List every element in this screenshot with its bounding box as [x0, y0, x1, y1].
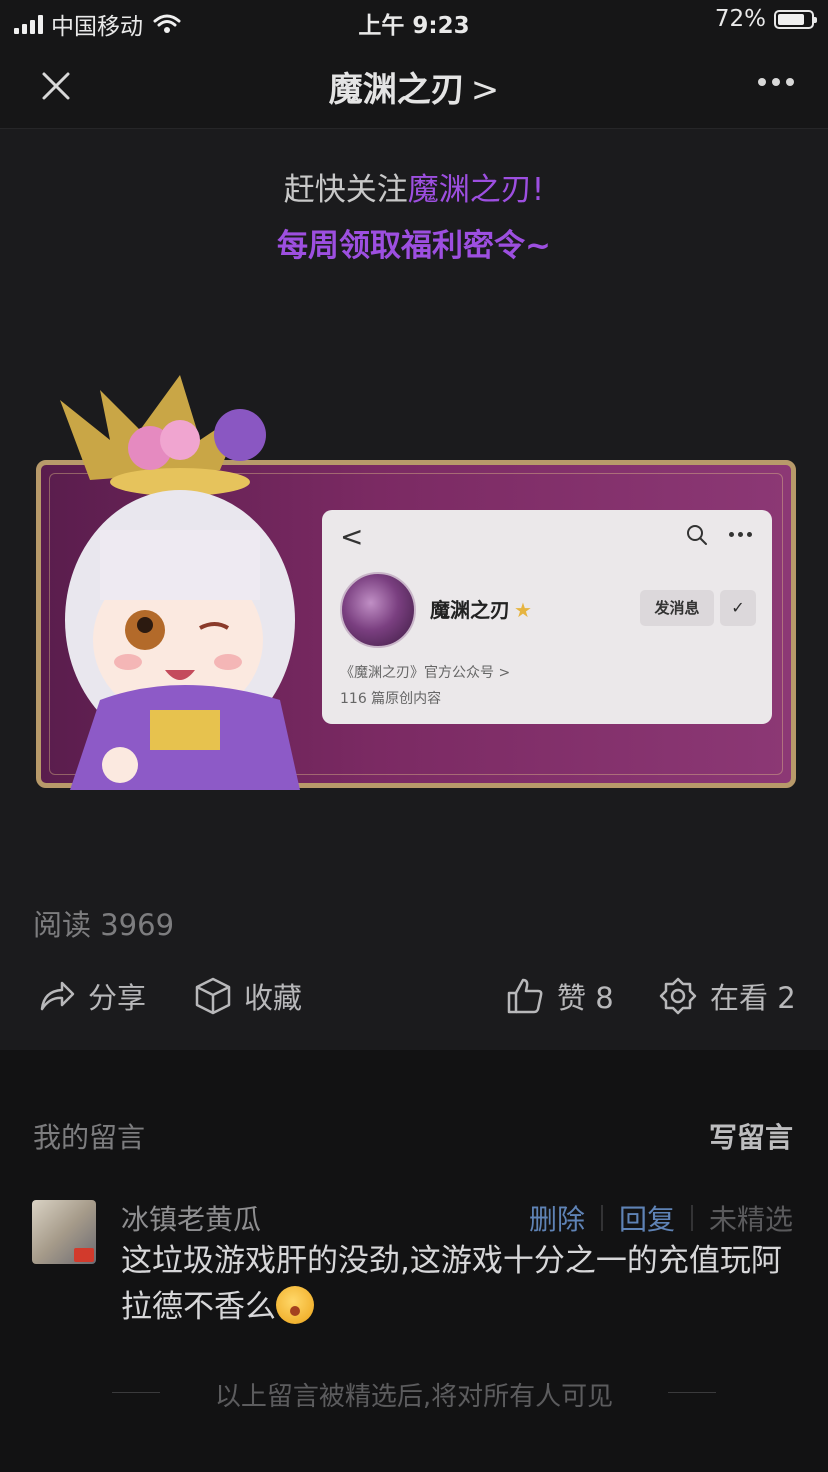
divider — [690, 1205, 693, 1231]
divider — [600, 1205, 603, 1231]
promo-line-2: 每周领取福利密令~ — [277, 228, 551, 264]
selection-status: 未精选 — [708, 1203, 793, 1236]
promo-highlight: 魔渊之刃! — [407, 172, 545, 208]
status-time: 上午 9:23 — [358, 13, 470, 39]
page-title: 魔渊之刃 — [328, 70, 465, 110]
like-button[interactable]: 赞 8 — [505, 970, 614, 1022]
flag-icon — [74, 1248, 94, 1262]
delete-button[interactable]: 删除 — [529, 1198, 585, 1238]
avatar — [340, 572, 416, 648]
comment-username: 冰镇老黄瓜 — [121, 1203, 262, 1236]
chevron-right-icon: > — [470, 70, 500, 110]
cube-icon — [195, 977, 231, 1015]
comments-section: 我的留言 写留言 冰镇老黄瓜 删除 回复 未精选 这垃圾游戏肝的没劲,这游戏十分… — [0, 1050, 828, 1472]
status-bar: 中国移动 上午 9:23 72% — [0, 0, 828, 42]
battery-icon — [774, 9, 817, 29]
thumbs-up-icon — [507, 978, 543, 1014]
account-preview-card: < 魔渊之刃 ★ 发消息 ✓ 《魔渊之刃》官方公众号 > 116 篇原创内容 — [322, 510, 772, 724]
my-comments-label: 我的留言 — [33, 1121, 146, 1154]
comments-footer-note: 以上留言被精选后,将对所有人可见 — [214, 1382, 614, 1412]
write-comment-button[interactable]: 写留言 — [709, 1116, 793, 1156]
more-icon-dot — [758, 78, 766, 86]
battery-percent: 72% — [714, 6, 766, 32]
emoji-icon — [276, 1286, 314, 1324]
avatar — [32, 1200, 96, 1264]
chibi-character-illustration — [60, 375, 300, 790]
favorite-button[interactable]: 收藏 — [194, 970, 302, 1022]
send-message-button: 发消息 — [640, 590, 714, 626]
promo-line-1: 赶快关注魔渊之刃! — [283, 172, 545, 208]
share-button[interactable]: 分享 — [38, 970, 146, 1022]
account-title-link[interactable]: 魔渊之刃 > — [0, 62, 828, 111]
comment-text: 这垃圾游戏肝的没劲,这游戏十分之一的充值玩阿拉德不香么 — [121, 1243, 782, 1325]
divider — [668, 1392, 716, 1393]
back-icon: < — [340, 520, 364, 553]
nav-bar: 魔渊之刃 > — [0, 42, 828, 129]
read-count: 阅读 3969 — [33, 908, 175, 942]
watching-button[interactable]: 在看 2 — [658, 970, 796, 1022]
follow-icon: ✓ — [720, 590, 756, 626]
star-badge-icon — [659, 977, 697, 1015]
more-icon — [729, 532, 752, 537]
comment-actions: 删除 回复 未精选 — [529, 1198, 793, 1238]
card-description: 《魔渊之刃》官方公众号 > — [340, 665, 511, 681]
share-icon — [40, 981, 75, 1011]
card-article-count: 116 篇原创内容 — [340, 691, 442, 707]
card-account-name: 魔渊之刃 ★ — [430, 598, 532, 622]
more-button[interactable] — [758, 78, 794, 86]
action-bar: 分享 收藏 赞 8 在看 2 — [0, 970, 828, 1026]
star-icon: ★ — [514, 598, 532, 622]
reply-button[interactable]: 回复 — [619, 1198, 675, 1238]
search-icon — [687, 525, 707, 545]
promo-banner-image[interactable]: < 魔渊之刃 ★ 发消息 ✓ 《魔渊之刃》官方公众号 > 116 篇原创内容 — [30, 370, 800, 810]
